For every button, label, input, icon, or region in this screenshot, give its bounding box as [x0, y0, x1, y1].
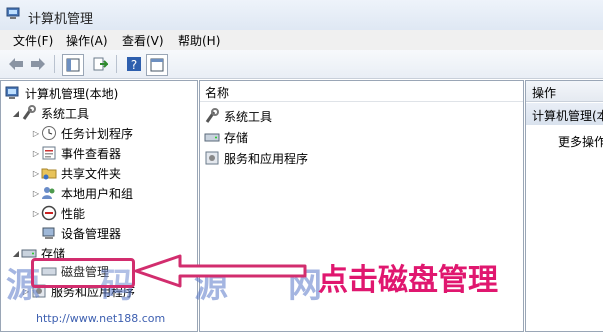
pointer-arrow	[134, 254, 307, 288]
annotation-text: 点击磁盘管理	[318, 263, 498, 298]
watermark-url: http://www.net188.com	[36, 312, 166, 325]
